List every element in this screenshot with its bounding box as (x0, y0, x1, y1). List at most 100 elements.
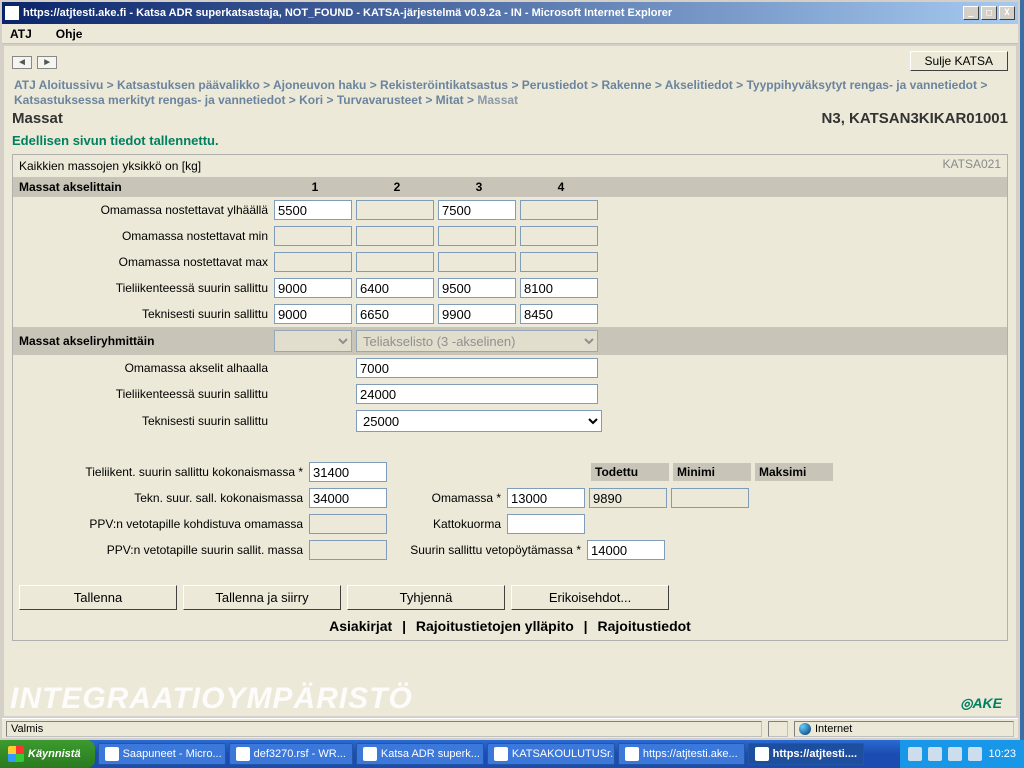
row-group-tech: Teknisesti suurin sallittu 25000 (13, 407, 1007, 435)
environment-watermark: INTEGRAATIOYMPÄRISTÖ (10, 682, 413, 716)
taskbar-item[interactable]: Saapuneet - Micro... (98, 743, 226, 765)
axle2-up[interactable] (356, 200, 434, 220)
axle3-road[interactable] (438, 278, 516, 298)
ppv-own[interactable] (309, 514, 387, 534)
crumb[interactable]: Katsastuksessa merkityt rengas- ja vanne… (14, 93, 285, 107)
save-continue-button[interactable]: Tallenna ja siirry (183, 585, 341, 610)
crumb[interactable]: Akselitiedot (665, 78, 733, 92)
axle3-max[interactable] (438, 252, 516, 272)
nav-history: ◄ ► (12, 54, 59, 68)
system-tray: 10:23 (900, 740, 1024, 768)
save-button[interactable]: Tallenna (19, 585, 177, 610)
axle2-tech[interactable] (356, 304, 434, 324)
taskbar-item[interactable]: https://atjtesti.ake... (618, 743, 745, 765)
row-omamassa-min: Omamassa nostettavat min (13, 223, 1007, 249)
maximize-button[interactable]: □ (981, 6, 997, 20)
group-tech[interactable]: 25000 (356, 410, 602, 432)
ie-icon (5, 6, 19, 20)
crumb[interactable]: ATJ Aloitussivu (14, 78, 103, 92)
group-down[interactable] (356, 358, 598, 378)
content: ◄ ► Sulje KATSA ATJ Aloitussivu > Katsas… (4, 46, 1016, 716)
crumb-current: Massat (477, 93, 518, 107)
clear-button[interactable]: Tyhjennä (347, 585, 505, 610)
ie-statusbar: Valmis Internet (2, 718, 1018, 738)
axle4-tech[interactable] (520, 304, 598, 324)
tech-total[interactable] (309, 488, 387, 508)
special-button[interactable]: Erikoisehdot... (511, 585, 669, 610)
group-section-header: Massat akseliryhmittäin Teliakselisto (3… (13, 327, 1007, 355)
crumb[interactable]: Ajoneuvon haku (273, 78, 366, 92)
row-omamassa-up: Omamassa nostettavat ylhäällä (13, 197, 1007, 223)
tray-icon[interactable] (928, 747, 942, 761)
close-katsa-button[interactable]: Sulje KATSA (910, 51, 1008, 71)
row-omamassa-max: Omamassa nostettavat max (13, 249, 1007, 275)
ppv-max[interactable] (309, 540, 387, 560)
vehicle-code: N3, KATSAN3KIKAR01001 (822, 110, 1008, 127)
taskbar-item-active[interactable]: https://atjtesti.... (748, 743, 864, 765)
axle3-tech[interactable] (438, 304, 516, 324)
close-button[interactable]: X (999, 6, 1015, 20)
crumb[interactable]: Turvavarusteet (337, 93, 422, 107)
crumb[interactable]: Mitat (436, 93, 464, 107)
nav-back-icon[interactable]: ◄ (12, 56, 32, 69)
taskbar-item[interactable]: KATSAKOULUTUSr... (487, 743, 615, 765)
taskbar-item[interactable]: def3270.rsf - WR... (229, 743, 353, 765)
axle2-road[interactable] (356, 278, 434, 298)
group-combo-2[interactable]: Teliakselisto (3 -akselinen) (356, 330, 598, 352)
crumb[interactable]: Perustiedot (522, 78, 588, 92)
roof-load[interactable] (507, 514, 585, 534)
menu-atj[interactable]: ATJ (10, 27, 32, 41)
crumb[interactable]: Tyyppihyväksytyt rengas- ja vannetiedot (746, 78, 977, 92)
axle1-min[interactable] (274, 226, 352, 246)
menu-help[interactable]: Ohje (56, 27, 83, 41)
window-title: https://atjtesti.ake.fi - Katsa ADR supe… (23, 7, 963, 19)
axle1-tech[interactable] (274, 304, 352, 324)
tray-icon[interactable] (948, 747, 962, 761)
axle2-max[interactable] (356, 252, 434, 272)
link-docs[interactable]: Asiakirjat (323, 618, 398, 634)
axle1-road[interactable] (274, 278, 352, 298)
clock[interactable]: 10:23 (988, 748, 1016, 760)
menubar: ATJ Ohje (2, 24, 1018, 44)
breadcrumb: ATJ Aloitussivu > Katsastuksen päävalikk… (12, 72, 1008, 110)
link-restrict-maint[interactable]: Rajoitustietojen ylläpito (410, 618, 580, 634)
axle4-max[interactable] (520, 252, 598, 272)
group-combo-1[interactable] (274, 330, 352, 352)
tray-icon[interactable] (908, 747, 922, 761)
own-min[interactable] (589, 488, 667, 508)
app-icon (363, 747, 377, 761)
link-restrict[interactable]: Rajoitustiedot (592, 618, 697, 634)
roof-label: Kattokuorma (391, 517, 507, 531)
own-todettu[interactable] (507, 488, 585, 508)
hdr-todettu: Todettu (591, 463, 669, 481)
crumb[interactable]: Rekisteröintikatsastus (380, 78, 508, 92)
crumb[interactable]: Kori (299, 93, 323, 107)
tray-icon[interactable] (968, 747, 982, 761)
crumb[interactable]: Rakenne (602, 78, 652, 92)
row-road-allowed: Tieliikenteessä suurin sallittu (13, 275, 1007, 301)
own-label: Omamassa * (391, 491, 507, 505)
axle4-road[interactable] (520, 278, 598, 298)
minimize-button[interactable]: _ (963, 6, 979, 20)
group-road[interactable] (356, 384, 598, 404)
axle3-up[interactable] (438, 200, 516, 220)
panel-code: KATSA021 (943, 157, 1001, 171)
axle1-max[interactable] (274, 252, 352, 272)
ake-logo: ◎AKE (960, 695, 1002, 712)
taskbar-item[interactable]: Katsa ADR superk... (356, 743, 484, 765)
towmax[interactable] (587, 540, 665, 560)
row-group-road: Tieliikenteessä suurin sallittu (13, 381, 1007, 407)
axle3-min[interactable] (438, 226, 516, 246)
own-max[interactable] (671, 488, 749, 508)
status-text: Valmis (6, 721, 762, 737)
nav-fwd-icon[interactable]: ► (37, 56, 57, 69)
axle1-up[interactable] (274, 200, 352, 220)
axle4-min[interactable] (520, 226, 598, 246)
start-button[interactable]: Käynnistä (0, 740, 95, 768)
row-group-down: Omamassa akselit alhaalla (13, 355, 1007, 381)
crumb[interactable]: Katsastuksen päävalikko (117, 78, 260, 92)
page-title: Massat (12, 110, 63, 127)
road-total[interactable] (309, 462, 387, 482)
axle2-min[interactable] (356, 226, 434, 246)
axle4-up[interactable] (520, 200, 598, 220)
